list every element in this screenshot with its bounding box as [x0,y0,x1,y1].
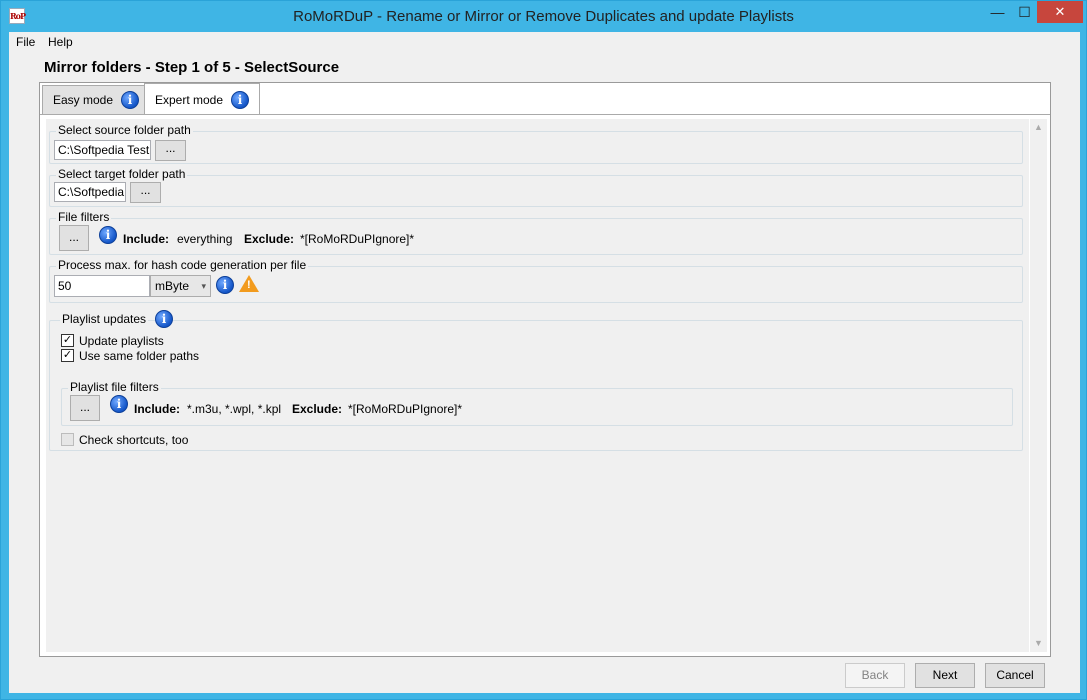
tab-easy-mode-label: Easy mode [53,93,114,107]
tab-expert-mode-label: Expert mode [155,92,224,107]
info-icon[interactable]: i [216,276,234,294]
file-filters-include-label: Include: [123,232,170,246]
tab-easy-mode[interactable]: Easy mode i [42,85,145,115]
menu-file[interactable]: File [16,35,35,49]
title-bar[interactable]: RoP RoMoRDuP - Rename or Mirror or Remov… [1,1,1086,32]
file-filters-include-value: everything [177,232,233,246]
page-title: Mirror folders - Step 1 of 5 - SelectSou… [44,59,340,76]
maximize-button[interactable]: ☐ [1011,1,1038,23]
minimize-button[interactable]: — [984,1,1011,23]
tab-divider [40,114,1050,115]
close-button[interactable]: ✕ [1037,1,1083,23]
hash-limit-input[interactable]: 50 [54,275,150,297]
check-shortcuts-checkbox[interactable] [61,433,74,446]
info-icon[interactable]: i [99,226,117,244]
chevron-down-icon: ▾ [201,281,206,291]
target-folder-group: Select target folder path C:\Softpedia .… [49,167,1023,207]
playlist-filters-exclude-value: *[RoMoRDuPIgnore]* [348,402,463,416]
playlist-filters-button[interactable]: ... [70,395,100,421]
file-filters-group: File filters ... i Include: everything E… [49,210,1023,255]
menu-bar: File Help [9,32,1080,52]
check-shortcuts-label: Check shortcuts, too [79,433,189,447]
playlist-filters-include-value: *.m3u, *.wpl, *.kpl [187,402,282,416]
playlist-updates-title: Playlist updates [60,312,149,326]
target-folder-title: Select target folder path [56,167,188,181]
source-browse-button[interactable]: ... [155,140,186,161]
playlist-filters-include-label: Include: [134,402,181,416]
playlist-filters-exclude-label: Exclude: [292,402,343,416]
file-filters-button[interactable]: ... [59,225,89,251]
hash-limit-group: Process max. for hash code generation pe… [49,258,1023,303]
back-button[interactable]: Back [845,663,905,688]
playlist-file-filters-title: Playlist file filters [68,380,161,394]
hash-limit-title: Process max. for hash code generation pe… [56,258,309,272]
file-filters-title: File filters [56,210,112,224]
target-browse-button[interactable]: ... [130,182,161,203]
app-window: RoP RoMoRDuP - Rename or Mirror or Remov… [0,0,1087,700]
hash-unit-value: mByte [155,279,190,293]
mode-tab-panel: Easy mode i Expert mode i Select source … [39,82,1051,657]
source-folder-title: Select source folder path [56,123,193,137]
info-icon[interactable]: i [231,90,250,109]
playlist-updates-group: Playlist updates i ✓ Update playlists ✓ … [49,310,1023,451]
client-area: File Help Mirror folders - Step 1 of 5 -… [9,32,1080,693]
target-path-input[interactable]: C:\Softpedia [54,182,126,202]
same-folder-paths-checkbox[interactable]: ✓ [61,349,74,362]
source-folder-group: Select source folder path C:\Softpedia T… [49,123,1023,164]
playlist-file-filters-group: Playlist file filters ... i Include: *.m… [61,380,1013,426]
vertical-scrollbar[interactable]: ▲ ▼ [1030,119,1047,652]
warning-icon: ! [239,275,259,292]
cancel-button[interactable]: Cancel [985,663,1045,688]
hash-unit-select[interactable]: mByte ▾ [150,275,211,297]
update-playlists-checkbox[interactable]: ✓ [61,334,74,347]
next-button[interactable]: Next [915,663,975,688]
source-path-input[interactable]: C:\Softpedia Test [54,140,151,160]
window-title: RoMoRDuP - Rename or Mirror or Remove Du… [293,8,794,25]
tab-expert-mode[interactable]: Expert mode i [144,83,260,115]
menu-help[interactable]: Help [48,35,73,49]
file-filters-exclude-label: Exclude: [244,232,295,246]
info-icon[interactable]: i [155,310,173,328]
scroll-down-icon[interactable]: ▼ [1030,635,1047,652]
info-icon[interactable]: i [110,395,128,413]
same-folder-paths-label: Use same folder paths [79,349,200,363]
file-filters-exclude-value: *[RoMoRDuPIgnore]* [300,232,415,246]
update-playlists-label: Update playlists [79,334,164,348]
settings-scroll-area: Select source folder path C:\Softpedia T… [46,119,1029,652]
scroll-up-icon[interactable]: ▲ [1030,119,1047,136]
info-icon[interactable]: i [121,91,140,109]
